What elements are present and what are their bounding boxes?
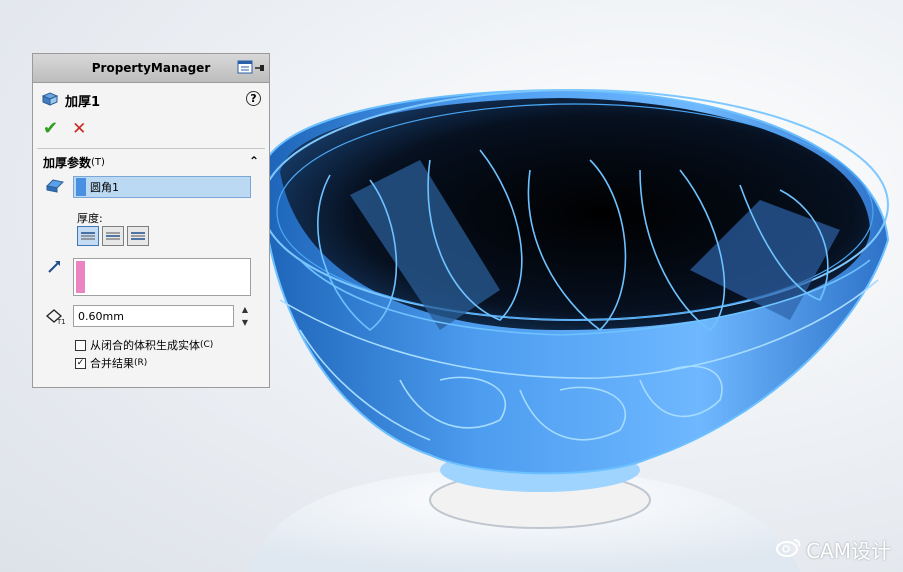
help-button[interactable]: ? [246,91,261,106]
thicken-both-sides-button[interactable] [127,226,149,246]
thicken-side2-button[interactable] [102,226,124,246]
merge-result-shortcut: (R) [134,358,148,368]
create-solid-option[interactable]: 从闭合的体积生成实体 (C) [75,337,213,353]
property-manager-panel: PropertyManager 加厚1 ? ✔ ✕ 加厚参数 (T) ⌃ 圆角1… [32,53,270,388]
surface-select-icon [45,178,65,197]
feature-header: 加厚1 ? [41,90,261,110]
merge-result-checkbox[interactable]: ✓ [75,357,86,369]
configuration-icon[interactable] [237,60,253,77]
create-solid-shortcut: (C) [200,340,214,350]
thickness-input[interactable] [73,305,234,327]
thickness-label: 厚度: [77,212,103,225]
watermark: CAM设计 [776,535,891,564]
surface-selection-row: 圆角1 [45,176,251,198]
selection-color-swatch [76,178,86,196]
cancel-button[interactable]: ✕ [72,119,86,139]
merge-result-label: 合并结果 [90,357,134,370]
feature-name: 加厚1 [65,94,101,110]
thickness-side-buttons [77,226,149,246]
section-title: 加厚参数 [43,155,92,170]
collapse-icon[interactable]: ⌃ [249,154,259,168]
merge-result-option[interactable]: ✓ 合并结果 (R) [75,355,147,371]
spin-up-icon[interactable]: ▲ [242,305,248,314]
selection-value: 圆角1 [90,181,119,194]
divider [37,148,265,149]
direction-icon [45,256,65,279]
surface-selection-box[interactable]: 圆角1 [73,176,251,198]
thicken-feature-icon [41,91,59,110]
thickness-spinner[interactable]: ▲ ▼ [239,305,251,327]
create-solid-label: 从闭合的体积生成实体 [90,339,200,352]
thickness-icon: T1 [45,307,66,328]
section-header-thicken-params[interactable]: 加厚参数 (T) ⌃ [43,154,261,170]
thickness-value-row: T1 ▲ ▼ [45,305,263,329]
direction-color-swatch [76,261,85,293]
ok-button[interactable]: ✔ [43,118,58,139]
create-solid-checkbox[interactable] [75,339,86,351]
spin-down-icon[interactable]: ▼ [242,318,248,327]
watermark-text: CAM设计 [806,539,891,563]
section-shortcut: (T) [91,156,105,168]
weibo-logo-icon [776,537,802,562]
thicken-side1-button[interactable] [77,226,99,246]
panel-title-bar: PropertyManager [33,54,269,83]
ok-cancel-group: ✔ ✕ [43,118,86,139]
pushpin-icon[interactable] [255,62,265,76]
direction-selection-box[interactable] [73,258,251,296]
panel-title: PropertyManager [91,61,211,75]
svg-text:T1: T1 [56,318,65,325]
